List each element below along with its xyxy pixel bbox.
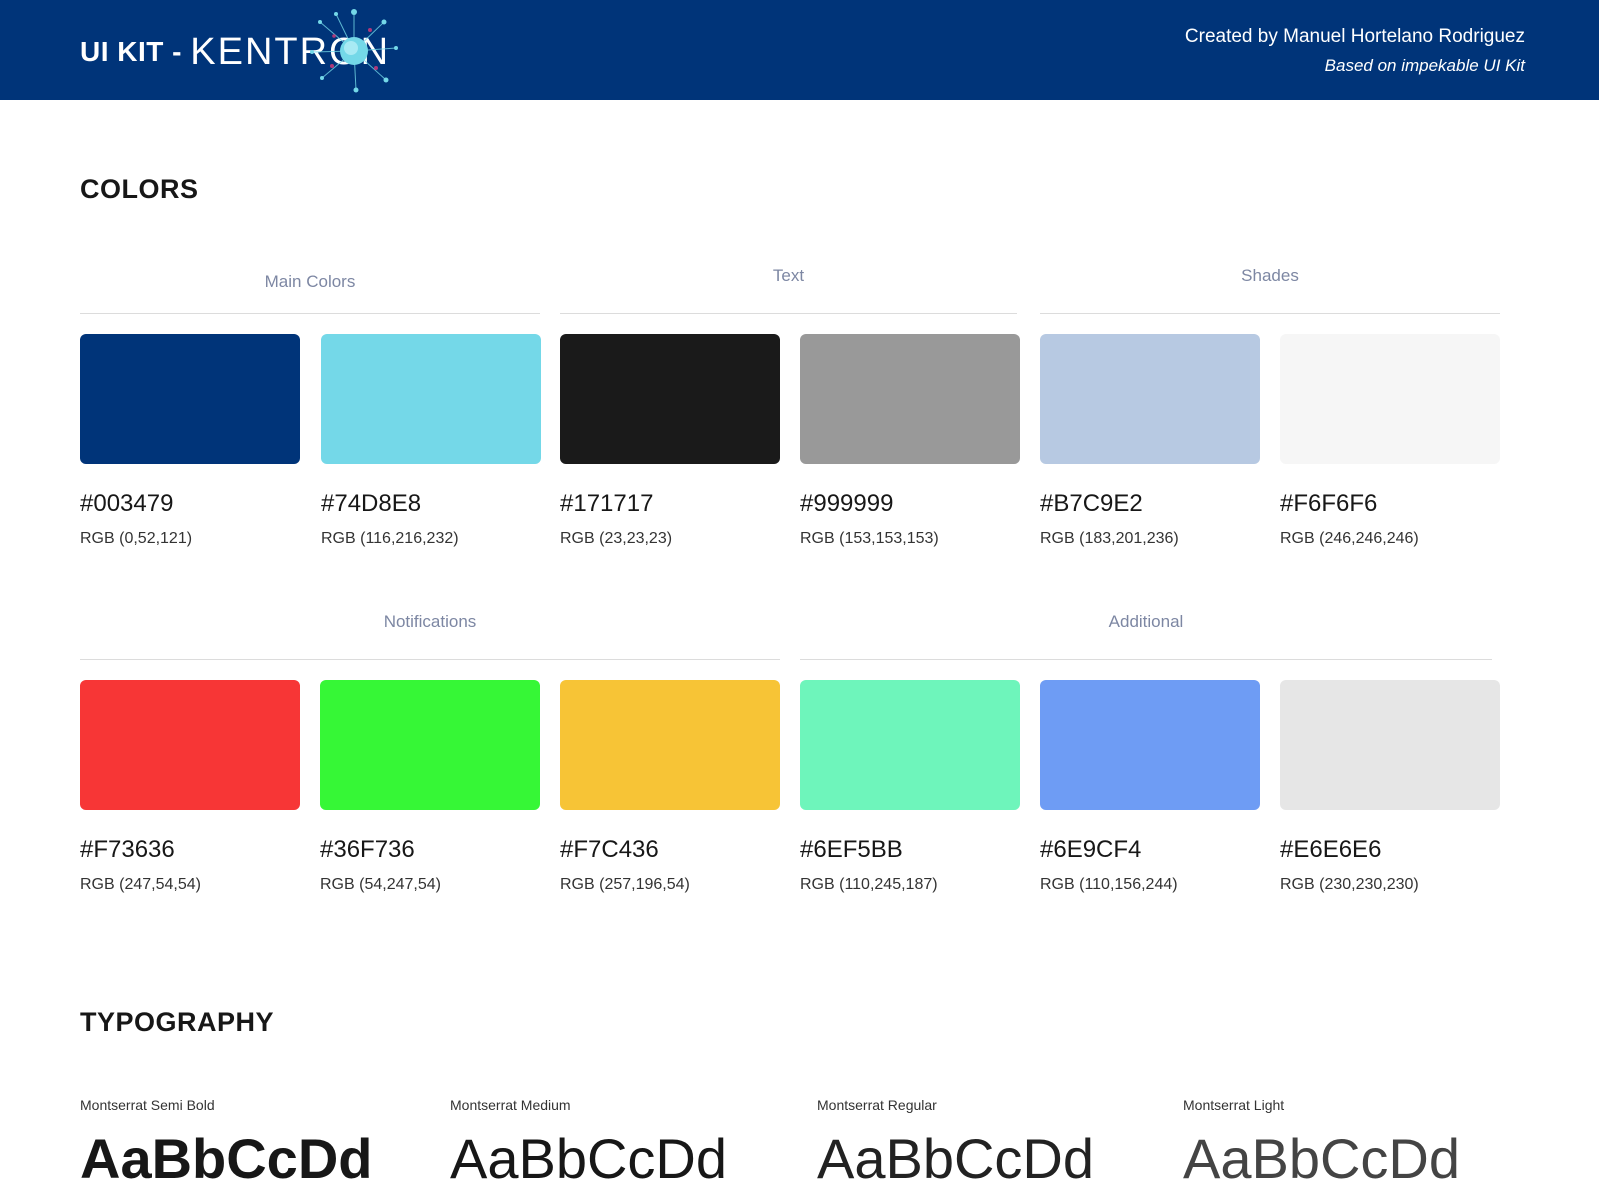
swatch-rgb: RGB (230,230,230)	[1280, 876, 1419, 893]
font-sample-regular: AaBbCcDd	[817, 1127, 1095, 1190]
swatch-hex: #6E9CF4	[1040, 836, 1142, 863]
swatch-hex: #6EF5BB	[800, 836, 903, 863]
color-swatch	[80, 334, 300, 464]
swatch-rgb: RGB (257,196,54)	[560, 876, 690, 893]
group-divider	[560, 313, 1017, 314]
group-label-shades: Shades	[1241, 266, 1299, 285]
header-bar: UI KIT - KENTRON Created by Manuel Horte…	[0, 0, 1599, 100]
swatch-hex: #36F736	[320, 836, 415, 863]
color-swatch	[1280, 680, 1500, 810]
group-label-notifications: Notifications	[383, 612, 477, 631]
swatch-hex: #F6F6F6	[1280, 490, 1378, 517]
group-label-additional: Additional	[1108, 612, 1184, 631]
swatch-hex: #999999	[800, 490, 894, 517]
swatch-rgb: RGB (183,201,236)	[1040, 530, 1179, 547]
kentron-orb-icon	[310, 9, 398, 93]
swatch-rgb: RGB (116,216,232)	[321, 530, 459, 547]
swatch-rgb: RGB (23,23,23)	[560, 530, 673, 547]
colors-section-title: COLORS	[80, 174, 199, 204]
credit-source: Based on impekable UI Kit	[1324, 56, 1525, 75]
swatch-hex: #F7C436	[560, 836, 659, 863]
group-divider	[800, 659, 1492, 660]
color-swatch	[320, 680, 540, 810]
swatch-rgb: RGB (110,245,187)	[800, 876, 938, 893]
credit-block: Created by Manuel Hortelano Rodriguez Ba…	[1185, 24, 1525, 82]
swatch-rgb: RGB (0,52,121)	[80, 530, 193, 547]
swatch-rgb: RGB (153,153,153)	[800, 530, 939, 547]
color-swatch	[321, 334, 541, 464]
swatch-rgb: RGB (246,246,246)	[1280, 530, 1419, 547]
font-name-label: Montserrat Regular	[817, 1097, 937, 1113]
font-sample-light: AaBbCcDd	[1183, 1127, 1461, 1190]
color-swatch	[1040, 334, 1260, 464]
swatch-rgb: RGB (54,247,54)	[320, 876, 441, 893]
swatch-hex: #74D8E8	[321, 490, 422, 517]
typography-section-title: TYPOGRAPHY	[80, 1007, 275, 1037]
color-swatch	[800, 680, 1020, 810]
group-label-text: Text	[772, 266, 805, 285]
swatch-hex: #E6E6E6	[1280, 836, 1382, 863]
swatch-hex: #003479	[80, 490, 174, 517]
color-swatch	[80, 680, 300, 810]
color-swatch	[560, 680, 780, 810]
font-name-label: Montserrat Semi Bold	[80, 1097, 215, 1113]
font-name-label: Montserrat Light	[1183, 1097, 1285, 1113]
font-sample-semibold: AaBbCcDd	[80, 1127, 373, 1190]
swatch-rgb: RGB (247,54,54)	[80, 876, 201, 893]
swatch-hex: #171717	[560, 490, 654, 517]
color-swatch	[1040, 680, 1260, 810]
color-swatch	[560, 334, 780, 464]
swatch-hex: #B7C9E2	[1040, 490, 1143, 517]
brand-prefix: UI KIT -	[80, 36, 182, 67]
swatch-hex: #F73636	[80, 836, 175, 863]
credit-author: Created by Manuel Hortelano Rodriguez	[1184, 26, 1525, 47]
color-swatch	[1280, 334, 1500, 464]
group-divider	[1040, 313, 1500, 314]
group-label-main-colors: Main Colors	[264, 272, 356, 291]
group-divider	[80, 659, 780, 660]
swatch-rgb: RGB (110,156,244)	[1040, 876, 1178, 893]
font-name-label: Montserrat Medium	[450, 1097, 571, 1113]
font-sample-medium: AaBbCcDd	[450, 1127, 728, 1190]
color-swatch	[800, 334, 1020, 464]
group-divider	[80, 313, 540, 314]
